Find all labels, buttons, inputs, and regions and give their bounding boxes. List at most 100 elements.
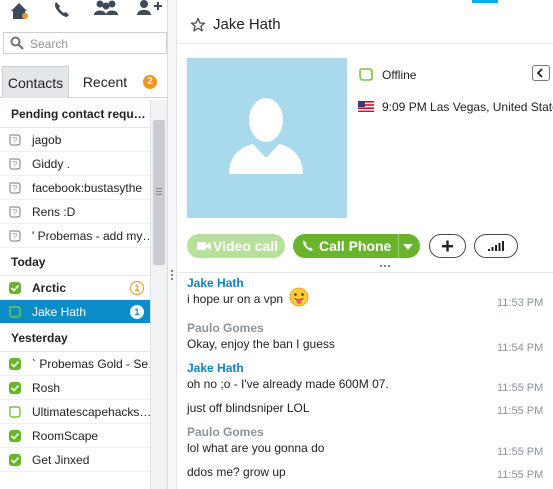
search-input[interactable]: Search <box>3 32 167 54</box>
contact-name: Giddy . <box>32 157 71 171</box>
conversation-panel: Jake Hath Offline 9:09 PM Las Vegas, Uni… <box>178 0 553 489</box>
chat-message: Paulo Gomes Okay, enjoy the ban I guess 11… <box>187 321 547 354</box>
video-call-button[interactable]: Video call <box>187 234 285 258</box>
pending-request-icon: ? <box>9 134 21 146</box>
contact-row[interactable]: Rosh <box>0 376 150 400</box>
avatar-silhouette-icon <box>229 98 303 174</box>
resize-grip-icon[interactable] <box>380 265 382 267</box>
contact-row[interactable]: Get Jinxed <box>0 448 150 472</box>
message-text: lol what are you gonna do <box>187 441 547 455</box>
call-phone-label: Call Phone <box>319 238 392 254</box>
conversation-header: Jake Hath <box>178 4 553 44</box>
call-actions: Video call Call Phone <box>178 234 553 262</box>
unread-count-badge: 1 <box>130 281 144 295</box>
contact-name: jagob <box>32 133 62 147</box>
top-toolbar <box>0 0 168 24</box>
message-body: Okay, enjoy the ban I guess <box>187 337 335 351</box>
contact-row[interactable]: ? Rens :D <box>0 200 150 224</box>
contact-row[interactable]: Jake Hath 1 <box>0 300 150 324</box>
local-time-location-text: 9:09 PM Las Vegas, United States <box>382 100 553 114</box>
chevron-left-icon <box>536 68 543 78</box>
contact-name: RoomScape <box>32 429 99 443</box>
plus-icon <box>442 240 453 252</box>
message-sender: Paulo Gomes <box>187 425 264 439</box>
svg-text:?: ? <box>13 160 18 169</box>
add-participant-button[interactable] <box>429 234 466 258</box>
svg-text:?: ? <box>13 184 18 193</box>
message-text: oh no ;o - I've already made 600M 07. <box>187 377 547 391</box>
svg-text:?: ? <box>13 208 18 217</box>
presence-status-text: Offline <box>382 68 417 82</box>
us-flag-icon <box>358 101 374 112</box>
pending-request-icon: ? <box>9 206 21 218</box>
pending-request-icon: ? <box>9 182 21 194</box>
tongue-emoji <box>289 287 309 307</box>
contact-name: Jake Hath <box>32 305 87 319</box>
contact-name: Ultimatescapehacks… <box>32 405 150 419</box>
message-sender: Jake Hath <box>187 276 244 290</box>
favorite-star-icon[interactable] <box>190 17 206 33</box>
message-text: Okay, enjoy the ban I guess <box>187 337 547 351</box>
contact-row[interactable]: ? facebook:bustasythe <box>0 176 150 200</box>
scrollbar-thumb[interactable] <box>153 120 165 265</box>
group-icon[interactable] <box>92 0 120 19</box>
contact-row[interactable]: Arctic 1 <box>0 276 150 300</box>
offline-status-icon <box>9 306 21 318</box>
video-camera-icon <box>197 242 211 250</box>
scrollbar-grip-icon <box>156 188 162 189</box>
message-timestamp: 11:55 PM <box>497 446 544 458</box>
message-text: just off blindsniper LOL <box>187 401 547 415</box>
search-placeholder: Search <box>30 37 69 51</box>
contact-name: Rosh <box>32 381 61 395</box>
section-header: Pending contact requ… <box>0 100 150 128</box>
message-body: oh no ;o - I've already made 600M 07. <box>187 377 389 391</box>
contact-name: ' Probemas - add my… <box>32 229 150 243</box>
contact-row[interactable]: RoomScape <box>0 424 150 448</box>
chat-message: Paulo Gomes lol what are you gonna do 11:5… <box>187 425 547 458</box>
contact-row[interactable]: Ultimatescapehacks… <box>0 400 150 424</box>
offline-status-icon <box>9 406 21 418</box>
recent-count-badge: 2 <box>143 75 157 89</box>
section-header: Yesterday <box>0 324 150 352</box>
home-icon[interactable] <box>8 0 30 25</box>
phone-icon[interactable] <box>52 0 72 23</box>
contact-row[interactable]: ? ' Probemas - add my… <box>0 224 150 248</box>
online-status-icon <box>9 282 21 294</box>
call-phone-button[interactable]: Call Phone <box>293 234 420 258</box>
contact-avatar <box>187 58 347 218</box>
tab-recent[interactable]: Recent <box>72 66 138 98</box>
contact-name-title: Jake Hath <box>213 16 281 33</box>
contact-row[interactable]: ? Giddy . <box>0 152 150 176</box>
unread-count-badge: 1 <box>130 305 144 319</box>
svg-text:?: ? <box>13 136 18 145</box>
message-body: lol what are you gonna do <box>187 441 325 455</box>
message-text: ddos me? grow up <box>187 465 547 479</box>
chat-message: Jake Hath i hope ur on a vpn 11:53 PM <box>187 276 547 309</box>
message-sender: Paulo Gomes <box>187 321 264 335</box>
contact-name: facebook:bustasythe <box>32 181 143 195</box>
splitter-grip-icon <box>171 270 173 272</box>
contact-row[interactable]: ` Probemas Gold - Se… <box>0 352 150 376</box>
online-status-icon <box>9 430 21 442</box>
message-timestamp: 11:55 PM <box>497 405 544 417</box>
chat-message: Jake Hath oh no ;o - I've already made 60… <box>187 361 547 394</box>
accent-bar <box>472 0 498 3</box>
contact-row[interactable]: ? jagob <box>0 128 150 152</box>
message-timestamp: 11:55 PM <box>497 469 544 481</box>
search-icon <box>10 36 24 50</box>
panel-splitter[interactable] <box>168 0 177 489</box>
pending-request-icon: ? <box>9 158 21 170</box>
message-body: just off blindsniper LOL <box>187 401 310 415</box>
tab-contacts[interactable]: Contacts <box>2 66 69 98</box>
chat-message: ddos me? grow up 11:55 PM <box>187 465 547 481</box>
left-panel: Search Contacts Recent 2 Pending contact… <box>0 0 168 489</box>
contact-list-scrollbar[interactable] <box>150 100 167 489</box>
online-status-icon <box>9 454 21 466</box>
phone-icon <box>303 240 313 251</box>
chevron-down-icon[interactable] <box>403 244 413 250</box>
message-timestamp: 11:55 PM <box>497 382 544 394</box>
collapse-profile-button[interactable] <box>532 65 550 81</box>
contact-name: Rens :D <box>32 205 76 219</box>
call-quality-button[interactable] <box>474 234 518 258</box>
add-contact-icon[interactable] <box>136 0 162 19</box>
